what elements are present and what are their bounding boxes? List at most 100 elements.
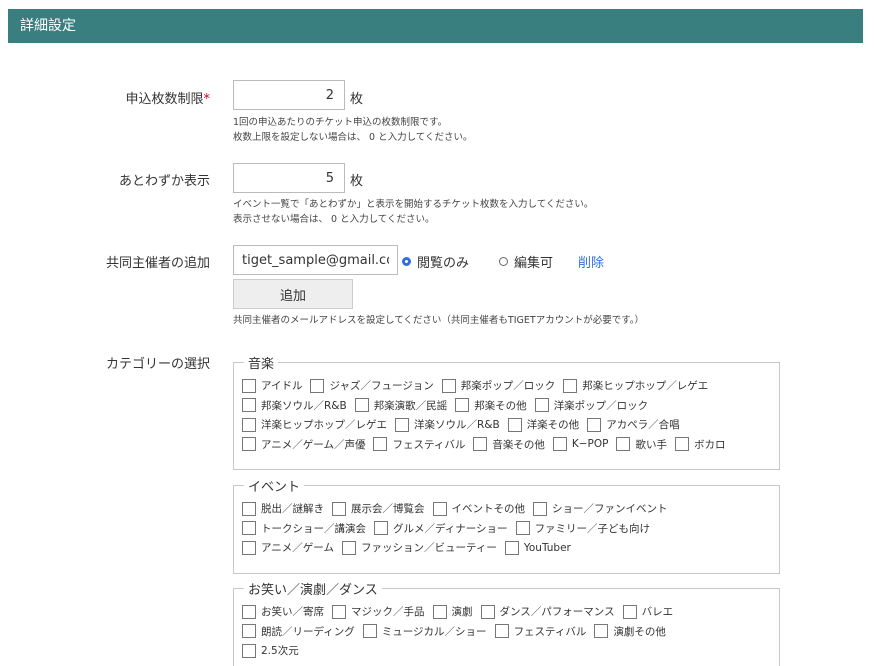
checkbox-icon[interactable] (480, 604, 495, 619)
radio-checked-icon[interactable] (402, 257, 411, 266)
category-checkbox[interactable]: ボカロ (674, 437, 726, 452)
category-checkbox[interactable]: 洋楽ソウル／R&B (395, 417, 500, 432)
category-checkbox[interactable]: ダンス／パフォーマンス (480, 604, 615, 619)
radio-unchecked-icon[interactable] (499, 257, 508, 266)
checkbox-icon[interactable] (354, 398, 369, 413)
category-checkbox[interactable]: 演劇 (432, 604, 473, 619)
category-checkbox[interactable]: 邦楽演歌／民謡 (354, 398, 447, 413)
category-checkbox[interactable]: 朗読／リーディング (242, 624, 355, 639)
category-checkbox[interactable]: 2.5次元 (242, 643, 299, 658)
category-checkbox[interactable]: 脱出／謎解き (242, 501, 324, 516)
checkbox-icon[interactable] (362, 624, 377, 639)
category-checkbox[interactable]: 邦楽ソウル／R&B (242, 398, 347, 413)
category-group-event: イベント 脱出／謎解き 展示会／博覧会 イベントその他 ショー／ファンイベント トークシ… (233, 476, 780, 574)
category-checkbox[interactable]: 邦楽ポップ／ロック (441, 378, 555, 393)
category-checkbox[interactable]: お笑い／寄席 (242, 604, 324, 619)
checkbox-icon[interactable] (242, 521, 256, 536)
category-checkbox-label: 洋楽ヒップホップ／レゲエ (261, 419, 387, 432)
coorganizer-email-input[interactable] (233, 245, 398, 275)
checkbox-icon[interactable] (534, 398, 549, 413)
category-checkbox[interactable]: 邦楽ヒップホップ／レゲエ (563, 378, 708, 393)
checkbox-icon[interactable] (242, 378, 256, 393)
checkbox-row: アニメ／ゲーム ファッション／ビューティー YouTuber (242, 538, 771, 558)
category-checkbox[interactable]: トークショー／講演会 (242, 521, 366, 536)
checkbox-icon[interactable] (515, 521, 530, 536)
category-group-comedy: お笑い／演劇／ダンス お笑い／寄席 マジック／手品 演劇 ダンス／パフォーマンス バレエ… (233, 579, 780, 666)
category-checkbox-label: グルメ／ディナーショー (393, 522, 508, 535)
category-checkbox[interactable]: 演劇その他 (594, 624, 666, 639)
checkbox-icon[interactable] (242, 398, 256, 413)
category-checkbox[interactable]: フェスティバル (373, 437, 465, 452)
category-checkbox[interactable]: アニメ／ゲーム／声優 (242, 437, 365, 452)
checkbox-icon[interactable] (373, 437, 388, 452)
category-checkbox[interactable]: フェスティバル (494, 624, 586, 639)
checkbox-icon[interactable] (242, 643, 256, 658)
category-checkbox[interactable]: ショー／ファンイベント (533, 501, 668, 516)
category-checkbox[interactable]: ミュージカル／ショー (362, 624, 487, 639)
checkbox-icon[interactable] (242, 501, 256, 516)
category-checkbox[interactable]: アイドル (242, 378, 302, 393)
category-checkbox[interactable]: グルメ／ディナーショー (374, 521, 508, 536)
category-checkbox[interactable]: ジャズ／フュージョン (310, 378, 434, 393)
category-checkbox[interactable]: 展示会／博覧会 (332, 501, 425, 516)
checkbox-icon[interactable] (494, 624, 509, 639)
checkbox-icon[interactable] (594, 624, 609, 639)
checkbox-icon[interactable] (242, 437, 256, 452)
checkbox-icon[interactable] (533, 501, 547, 516)
checkbox-icon[interactable] (507, 417, 522, 432)
remaining-help: イベント一覧で「あとわずか」と表示を開始するチケット枚数を入力してください。 表… (233, 197, 593, 227)
category-checkbox[interactable]: 邦楽その他 (455, 398, 527, 413)
category-checkbox-label: アニメ／ゲーム (261, 542, 334, 555)
radio-view-only[interactable]: 閲覧のみ (402, 252, 469, 271)
checkbox-icon[interactable] (432, 604, 447, 619)
checkbox-icon[interactable] (674, 437, 689, 452)
category-checkbox[interactable]: ファッション／ビューティー (341, 540, 497, 555)
checkbox-icon[interactable] (563, 378, 578, 393)
checkbox-icon[interactable] (552, 437, 567, 452)
limit-input[interactable] (233, 80, 345, 110)
checkbox-icon[interactable] (616, 437, 631, 452)
delete-link[interactable]: 削除 (578, 252, 604, 271)
checkbox-icon[interactable] (432, 501, 447, 516)
checkbox-icon[interactable] (341, 540, 356, 555)
category-checkbox-label: 2.5次元 (261, 645, 299, 658)
checkbox-icon[interactable] (504, 540, 519, 555)
checkbox-icon[interactable] (587, 417, 602, 432)
category-checkbox[interactable]: バレエ (622, 604, 673, 619)
category-checkbox[interactable]: イベントその他 (432, 501, 526, 516)
checkbox-row: 邦楽ソウル／R&B 邦楽演歌／民謡 邦楽その他 洋楽ポップ／ロック (242, 396, 771, 416)
coorganizer-help: 共同主催者のメールアドレスを設定してください（共同主催者もTIGETアカウントが… (233, 315, 645, 326)
remaining-input[interactable] (233, 163, 345, 193)
radio-editable[interactable]: 編集可 (499, 252, 553, 271)
category-checkbox[interactable]: 洋楽その他 (507, 417, 579, 432)
checkbox-icon[interactable] (242, 417, 256, 432)
checkbox-icon[interactable] (310, 378, 325, 393)
category-checkbox[interactable]: 歌い手 (616, 437, 667, 452)
category-checkbox[interactable]: ファミリー／子ども向け (515, 521, 650, 536)
category-checkbox[interactable]: アカペラ／合唱 (587, 417, 680, 432)
add-coorganizer-button[interactable]: 追加 (233, 279, 353, 309)
checkbox-icon[interactable] (622, 604, 637, 619)
category-checkbox[interactable]: アニメ／ゲーム (242, 540, 334, 555)
category-checkbox-label: イベントその他 (451, 503, 526, 516)
checkbox-icon[interactable] (374, 521, 388, 536)
checkbox-icon[interactable] (441, 378, 456, 393)
category-checkbox[interactable]: 洋楽ヒップホップ／レゲエ (242, 417, 387, 432)
checkbox-icon[interactable] (332, 501, 346, 516)
remaining-help-line1: イベント一覧で「あとわずか」と表示を開始するチケット枚数を入力してください。 (233, 199, 594, 210)
checkbox-icon[interactable] (395, 417, 409, 432)
category-checkbox[interactable]: 音楽その他 (473, 437, 545, 452)
category-checkbox[interactable]: 洋楽ポップ／ロック (534, 398, 648, 413)
category-checkbox-label: ダンス／パフォーマンス (499, 606, 615, 619)
checkbox-icon[interactable] (242, 604, 256, 619)
category-checkbox-label: ボカロ (693, 438, 726, 451)
checkbox-icon[interactable] (242, 624, 256, 639)
checkbox-icon[interactable] (473, 437, 488, 452)
category-checkbox[interactable]: K−POP (552, 437, 608, 452)
checkbox-icon[interactable] (332, 604, 346, 619)
category-checkbox[interactable]: YouTuber (504, 540, 571, 555)
category-checkbox[interactable]: マジック／手品 (332, 604, 425, 619)
checkbox-icon[interactable] (455, 398, 470, 413)
category-group-music: 音楽 アイドル ジャズ／フュージョン 邦楽ポップ／ロック 邦楽ヒップホップ／レゲエ 邦楽… (233, 353, 780, 470)
checkbox-icon[interactable] (242, 540, 256, 555)
